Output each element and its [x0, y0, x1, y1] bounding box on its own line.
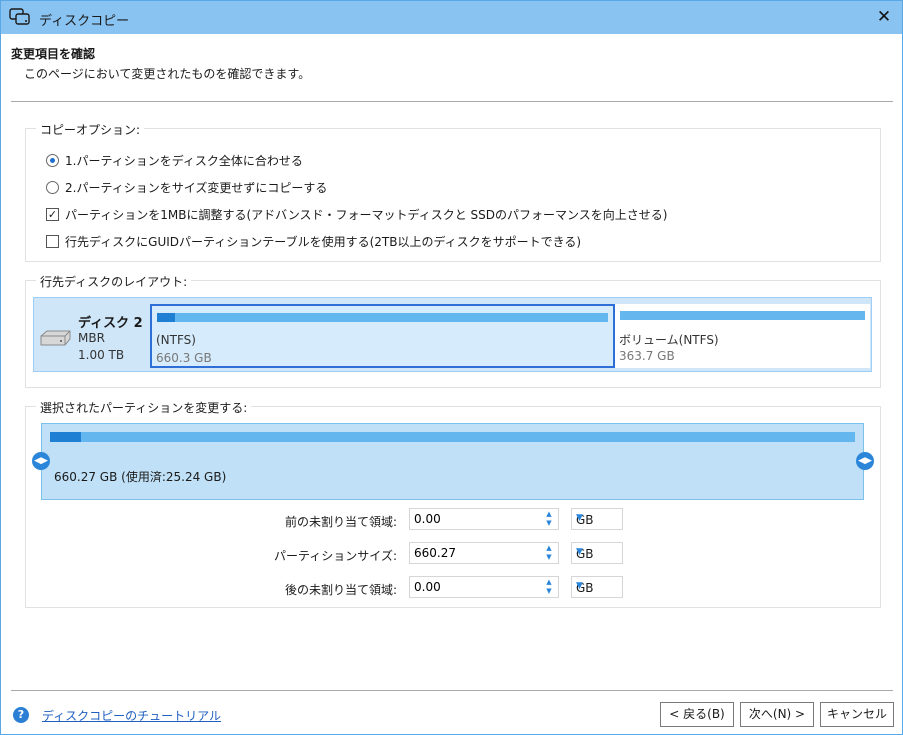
partition-used-fill [157, 313, 176, 322]
spin-up-icon[interactable]: ▲ [542, 510, 556, 519]
help-icon[interactable]: ? [13, 707, 29, 723]
unallocated-after-label: 後の未割り当て領域: [284, 583, 397, 597]
target-disk-row[interactable]: ディスク 2 MBR 1.00 TB (NTFS) 660.3 GB ボリューム… [33, 297, 872, 372]
partition-size: 363.7 GB [619, 349, 675, 363]
spin-up-icon[interactable]: ▲ [542, 578, 556, 587]
spin-down-icon[interactable]: ▼ [542, 519, 556, 528]
unallocated-before-stepper[interactable]: ▲▼ [409, 508, 559, 530]
disk-name: ディスク 2 [78, 316, 143, 331]
next-button[interactable]: 次へ(N) > [740, 702, 814, 727]
partition-volume-ntfs[interactable]: ボリューム(NTFS) 363.7 GB [615, 304, 870, 368]
option-use-gpt[interactable]: 行先ディスクにGUIDパーティションテーブルを使用する(2TB以上のディスクをサ… [46, 233, 581, 250]
radio-fit-partitions[interactable] [46, 154, 59, 167]
resize-usage-bar [50, 432, 855, 442]
chevron-down-icon: ▼ [576, 547, 583, 557]
spin-down-icon[interactable]: ▼ [542, 587, 556, 596]
disk-layout-label: 行先ディスクのレイアウト: [36, 273, 192, 290]
resize-partition-bar[interactable]: 660.27 GB (使用済:25.24 GB) [41, 423, 864, 500]
radio-copy-without-resize[interactable] [46, 181, 59, 194]
unallocated-after-stepper[interactable]: ▲▼ [409, 576, 559, 598]
resize-used-fill [50, 432, 81, 442]
partition-name: ボリューム(NTFS) [619, 333, 719, 347]
copy-options-label: コピーオプション: [36, 121, 145, 138]
spin-down-icon[interactable]: ▼ [542, 553, 556, 562]
option-label: 2.パーティションをサイズ変更せずにコピーする [65, 181, 328, 195]
copy-options-group: コピーオプション: 1.パーティションをディスク全体に合わせる 2.パーティショ… [25, 121, 881, 262]
partition-size: 660.3 GB [156, 351, 212, 365]
unallocated-before-label: 前の未割り当て領域: [284, 515, 397, 529]
option-align-1mb[interactable]: ✓ パーティションを1MBに調整する(アドバンスド・フォーマットディスクと SS… [46, 206, 667, 223]
page-title: 変更項目を確認 [11, 47, 96, 61]
checkbox-use-gpt[interactable] [46, 235, 59, 248]
option-label: パーティションを1MBに調整する(アドバンスド・フォーマットディスクと SSDの… [65, 208, 668, 222]
partition-size-label: パーティションサイズ: [274, 549, 397, 563]
checkbox-align-1mb[interactable]: ✓ [46, 208, 59, 221]
unallocated-before-input[interactable] [410, 509, 540, 529]
left-resize-handle-icon[interactable]: ◀▶ [32, 452, 50, 470]
disk-partition-style: MBR [78, 331, 105, 345]
partition-size-input[interactable] [410, 543, 540, 563]
partition-usage-bar [620, 311, 865, 320]
partition-usage-bar [157, 313, 608, 322]
resize-partition-label: 選択されたパーティションを変更する: [36, 399, 252, 416]
page-subtitle: このページにおいて変更されたものを確認できます。 [24, 67, 311, 81]
disk-capacity: 1.00 TB [78, 348, 125, 362]
partition-name: (NTFS) [156, 333, 196, 347]
hard-disk-icon [40, 330, 71, 346]
partition-size-stepper[interactable]: ▲▼ [409, 542, 559, 564]
window-title: ディスクコピー [39, 14, 130, 29]
partition-ntfs[interactable]: (NTFS) 660.3 GB [150, 304, 615, 368]
unallocated-before-unit-select[interactable]: GB ▼ [571, 508, 623, 530]
tutorial-link[interactable]: ディスクコピーのチュートリアル [42, 707, 221, 724]
option-label: 行先ディスクにGUIDパーティションテーブルを使用する(2TB以上のディスクをサ… [65, 235, 582, 249]
chevron-down-icon: ▼ [576, 513, 583, 523]
option-copy-without-resize[interactable]: 2.パーティションをサイズ変更せずにコピーする [46, 179, 327, 196]
header-divider [11, 101, 893, 102]
disk-copy-window: ディスクコピー ✕ 変更項目を確認 このページにおいて変更されたものを確認できま… [0, 0, 903, 735]
page-header: 変更項目を確認 このページにおいて変更されたものを確認できます。 [11, 45, 310, 81]
footer-divider [11, 690, 893, 691]
title-bar: ディスクコピー ✕ [1, 1, 902, 34]
unallocated-after-unit-select[interactable]: GB ▼ [571, 576, 623, 598]
back-button[interactable]: < 戻る(B) [660, 702, 734, 727]
resize-summary: 660.27 GB (使用済:25.24 GB) [54, 470, 227, 484]
cancel-button[interactable]: キャンセル [820, 702, 894, 727]
chevron-down-icon: ▼ [576, 581, 583, 591]
partition-size-unit-select[interactable]: GB ▼ [571, 542, 623, 564]
disk-info: ディスク 2 MBR 1.00 TB [34, 298, 150, 371]
unallocated-after-input[interactable] [410, 577, 540, 597]
right-resize-handle-icon[interactable]: ◀▶ [856, 452, 874, 470]
option-fit-partitions[interactable]: 1.パーティションをディスク全体に合わせる [46, 152, 303, 169]
close-icon[interactable]: ✕ [872, 5, 896, 29]
spin-up-icon[interactable]: ▲ [542, 544, 556, 553]
disk-copy-icon [9, 8, 30, 25]
option-label: 1.パーティションをディスク全体に合わせる [65, 154, 303, 168]
